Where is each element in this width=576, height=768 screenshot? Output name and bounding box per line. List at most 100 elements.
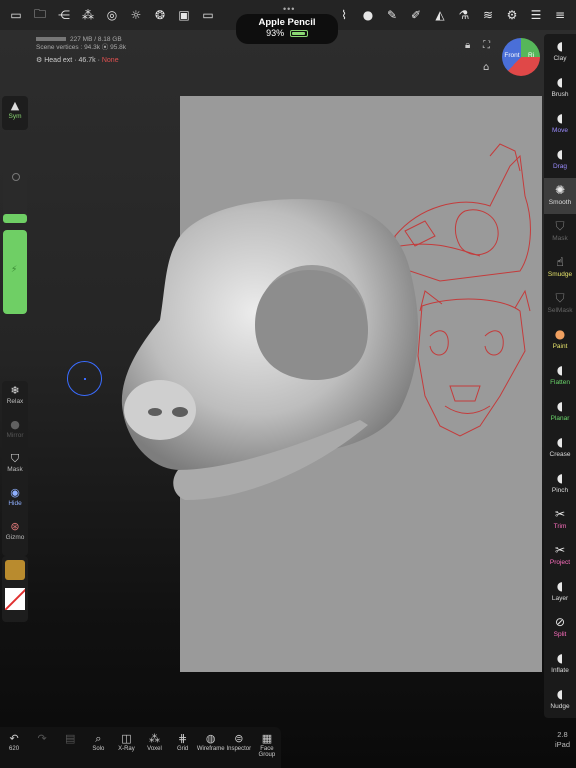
tool-layer[interactable]: ◖ Layer bbox=[544, 574, 576, 610]
mask-shield-icon: ⛉ bbox=[10, 452, 20, 465]
facegroup-icon: ▦ bbox=[261, 732, 273, 745]
bottom-label: Solo bbox=[92, 746, 105, 752]
bottom-label: 620 bbox=[9, 746, 20, 752]
sym-label: Sym bbox=[8, 113, 22, 120]
intensity-slider[interactable]: ⚡︎ bbox=[3, 230, 27, 314]
wireframe-icon: ◍ bbox=[205, 732, 216, 745]
bottom-label: Voxel bbox=[147, 746, 162, 752]
tool-label: Split bbox=[553, 631, 567, 638]
mirror-label: Mirror bbox=[6, 432, 24, 439]
relax-button[interactable]: ❄ Relax bbox=[2, 381, 28, 415]
mask-icon: ⛉ bbox=[555, 219, 565, 233]
intensity-icon: ⚡︎ bbox=[11, 264, 18, 274]
tool-selmask[interactable]: ⛉ SelMask bbox=[544, 286, 576, 322]
bottom-grid-button[interactable]: ⋕ Grid bbox=[169, 727, 197, 768]
inflate-icon: ◖ bbox=[556, 651, 564, 665]
brush-icon: ◖ bbox=[556, 75, 564, 89]
bottom-xray-button[interactable]: ◫ X-Ray bbox=[112, 727, 140, 768]
tool-label: Smudge bbox=[547, 271, 573, 278]
inspector-icon: ⊜ bbox=[234, 732, 244, 745]
left-tools: ❄ Relax ● Mirror ⛉ Mask ◉ Hide ⊛ Gizmo bbox=[2, 381, 28, 556]
tool-split[interactable]: ⊘ Split bbox=[544, 610, 576, 646]
tool-label: Move bbox=[552, 127, 568, 134]
tool-flatten[interactable]: ◖ Flatten bbox=[544, 358, 576, 394]
tool-label: Paint bbox=[552, 343, 568, 350]
radius-icon bbox=[12, 173, 20, 181]
version-info: 2.8 iPad bbox=[555, 730, 570, 750]
tool-mask[interactable]: ⛉ Mask bbox=[544, 214, 576, 250]
none-slash bbox=[5, 588, 25, 610]
bottom-solo-button[interactable]: ⌕ Solo bbox=[84, 727, 112, 768]
mirror-button[interactable]: ● Mirror bbox=[2, 415, 28, 449]
bottom-undo-button[interactable]: ↶ 620 bbox=[0, 727, 28, 768]
mask-label: Mask bbox=[7, 466, 23, 473]
tool-smudge[interactable]: ☝ Smudge bbox=[544, 250, 576, 286]
material-panel bbox=[2, 556, 28, 622]
tool-paint[interactable]: ● Paint bbox=[544, 322, 576, 358]
matcap-swatch[interactable] bbox=[5, 560, 25, 580]
tool-label: Layer bbox=[551, 595, 569, 602]
bottom-wireframe-button[interactable]: ◍ Wireframe bbox=[197, 727, 225, 768]
bottom-redo-button[interactable]: ↷ bbox=[28, 727, 56, 768]
flatten-icon: ◖ bbox=[556, 363, 564, 377]
gizmo-label: Gizmo bbox=[5, 534, 25, 541]
hide-button[interactable]: ◉ Hide bbox=[2, 483, 28, 517]
tool-project[interactable]: ✂ Project bbox=[544, 538, 576, 574]
tool-label: Planar bbox=[550, 415, 570, 422]
paint-icon: ● bbox=[554, 327, 566, 341]
hide-label: Hide bbox=[8, 500, 22, 507]
solo-icon: ⌕ bbox=[95, 732, 102, 745]
tool-pinch[interactable]: ◖ Pinch bbox=[544, 466, 576, 502]
sculpt-tools-panel: ◖ Clay ◖ Brush ◖ Move ◖ Drag ✺ Smooth ⛉ Mask ☝ Smudge… bbox=[544, 34, 576, 718]
tool-inflate[interactable]: ◖ Inflate bbox=[544, 646, 576, 682]
bottom-facegroup-button[interactable]: ▦ Face Group bbox=[253, 727, 281, 768]
tool-label: Brush bbox=[551, 91, 569, 98]
device-label: iPad bbox=[555, 740, 571, 749]
hide-icon: ◉ bbox=[10, 486, 20, 499]
bottom-label: Face Group bbox=[258, 746, 276, 758]
clay-icon: ◖ bbox=[556, 39, 564, 53]
version-number: 2.8 bbox=[557, 730, 568, 739]
selmask-icon: ⛉ bbox=[555, 291, 565, 305]
snowflake-icon: ❄ bbox=[10, 384, 20, 397]
tool-brush[interactable]: ◖ Brush bbox=[544, 70, 576, 106]
voxel-icon: ⁂ bbox=[149, 732, 161, 745]
tool-label: Flatten bbox=[550, 379, 570, 386]
cursor-center bbox=[84, 378, 86, 380]
gizmo-icon: ⊛ bbox=[10, 520, 20, 533]
radius-slider[interactable] bbox=[3, 133, 27, 223]
tool-label: Pinch bbox=[551, 487, 569, 494]
nudge-icon: ◖ bbox=[556, 687, 564, 701]
bottom-inspector-button[interactable]: ⊜ Inspector bbox=[225, 727, 253, 768]
tool-planar[interactable]: ◖ Planar bbox=[544, 394, 576, 430]
mirror-icon: ● bbox=[10, 418, 20, 431]
radius-fill bbox=[3, 214, 27, 223]
planar-icon: ◖ bbox=[556, 399, 564, 413]
sym-button[interactable]: ▲ Sym bbox=[2, 96, 28, 130]
tool-move[interactable]: ◖ Move bbox=[544, 106, 576, 142]
tool-label: Smooth bbox=[548, 199, 572, 206]
tool-crease[interactable]: ◖ Crease bbox=[544, 430, 576, 466]
tool-clay[interactable]: ◖ Clay bbox=[544, 34, 576, 70]
tool-label: Crease bbox=[549, 451, 571, 458]
history-icon: ▤ bbox=[65, 732, 76, 745]
mask-button[interactable]: ⛉ Mask bbox=[2, 449, 28, 483]
bottom-toolbar: ↶ 620 ↷ ▤ ⌕ Solo ◫ X-Ray ⁂ Voxel ⋕ Grid ◍ Wireframe ⊜ I… bbox=[0, 727, 281, 768]
tool-smooth[interactable]: ✺ Smooth bbox=[544, 178, 576, 214]
relax-label: Relax bbox=[6, 398, 24, 405]
smudge-icon: ☝ bbox=[556, 255, 564, 269]
tool-label: Inflate bbox=[551, 667, 569, 674]
tool-trim[interactable]: ✂ Trim bbox=[544, 502, 576, 538]
bottom-history-button[interactable]: ▤ bbox=[56, 727, 84, 768]
tool-nudge[interactable]: ◖ Nudge bbox=[544, 682, 576, 718]
tool-label: Nudge bbox=[550, 703, 570, 710]
gizmo-button[interactable]: ⊛ Gizmo bbox=[2, 517, 28, 551]
tool-drag[interactable]: ◖ Drag bbox=[544, 142, 576, 178]
tool-label: Project bbox=[549, 559, 571, 566]
drag-icon: ◖ bbox=[556, 147, 564, 161]
bottom-voxel-button[interactable]: ⁂ Voxel bbox=[140, 727, 168, 768]
trim-icon: ✂ bbox=[554, 507, 566, 521]
tool-label: SelMask bbox=[547, 307, 573, 314]
color-swatch[interactable] bbox=[5, 588, 25, 610]
tool-label: Drag bbox=[552, 163, 568, 170]
